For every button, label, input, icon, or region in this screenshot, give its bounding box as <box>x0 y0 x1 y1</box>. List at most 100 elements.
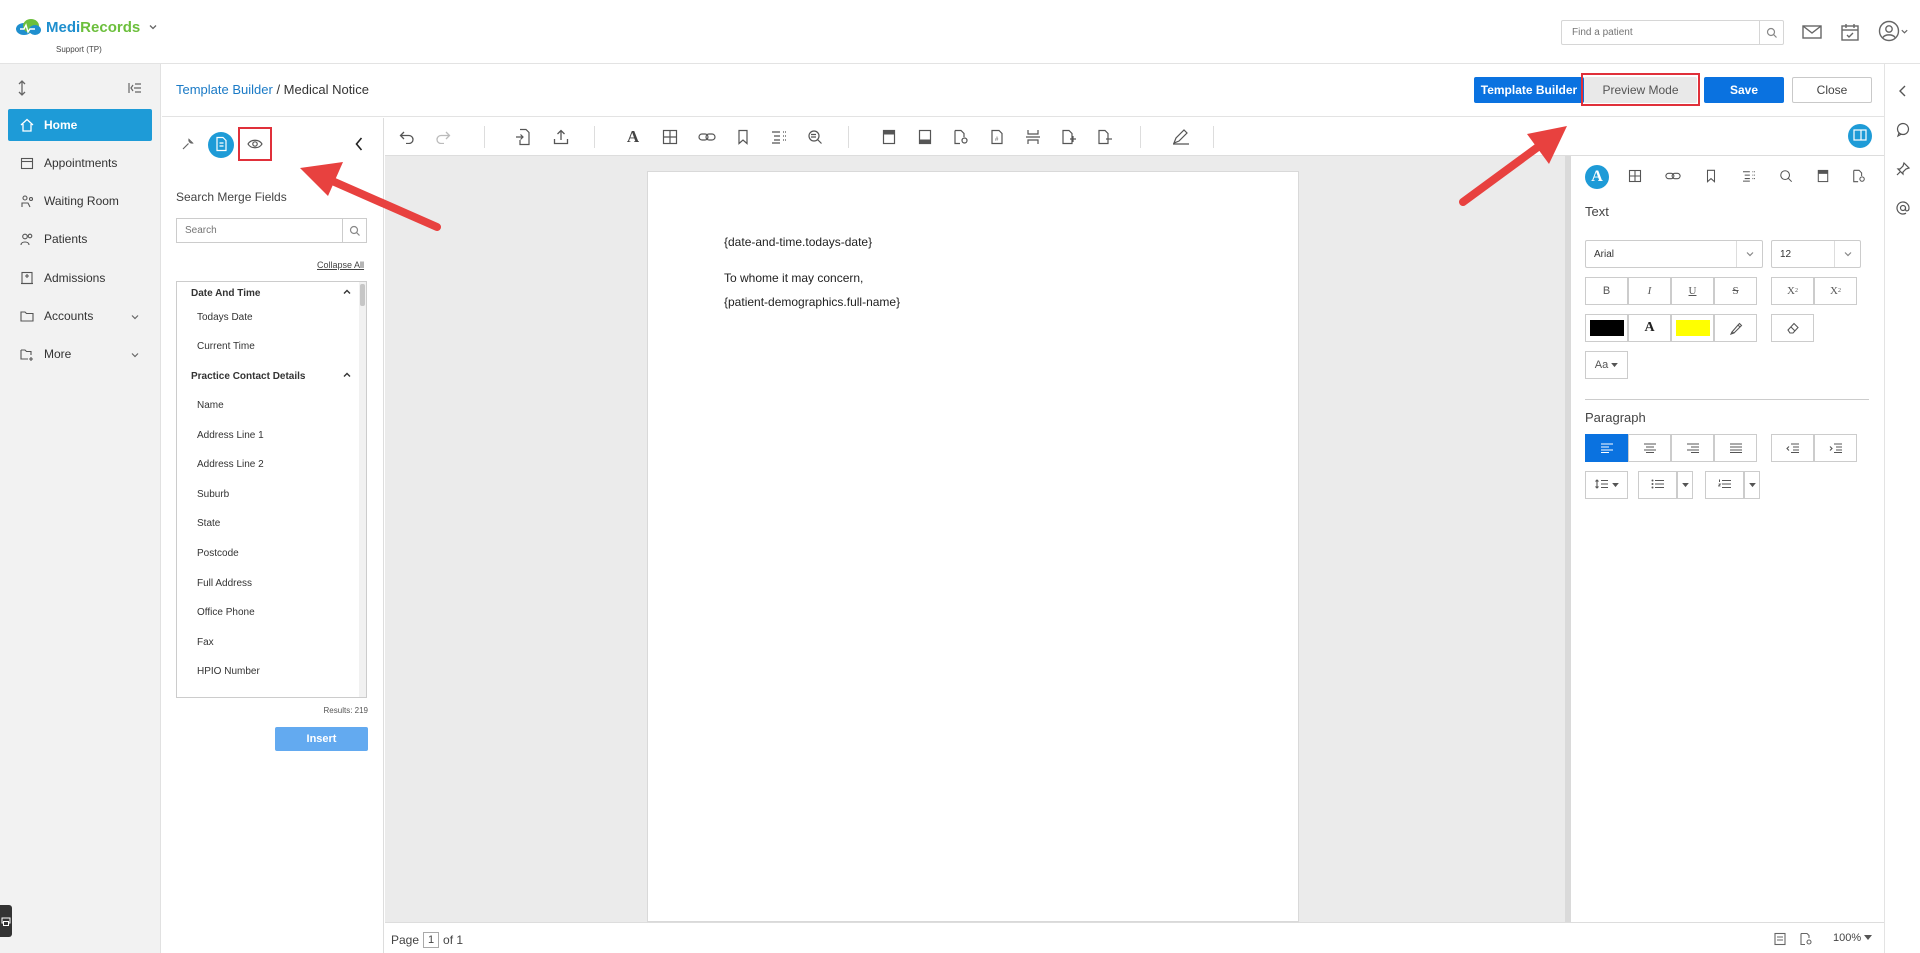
italic-button[interactable]: I <box>1628 277 1671 305</box>
page-settings-icon[interactable] <box>951 127 971 147</box>
breadcrumb-link-template-builder[interactable]: Template Builder <box>176 82 273 97</box>
print-layout-icon[interactable] <box>1773 932 1787 949</box>
nav-item-more[interactable]: More <box>8 338 152 370</box>
header-icon[interactable] <box>879 127 899 147</box>
collapse-nav-icon[interactable] <box>128 82 142 94</box>
nav-item-home[interactable]: Home <box>8 109 152 141</box>
scrollbar-thumb[interactable] <box>360 284 365 306</box>
nav-item-waiting-room[interactable]: Waiting Room <box>8 185 152 217</box>
justify-button[interactable] <box>1714 434 1757 462</box>
superscript-button[interactable]: X2 <box>1771 277 1814 305</box>
font-family-select[interactable]: Arial <box>1585 240 1763 268</box>
text-color-picker[interactable]: A <box>1628 314 1671 342</box>
mail-icon[interactable] <box>1800 20 1824 44</box>
nav-item-accounts[interactable]: Accounts <box>8 300 152 332</box>
print-queue-tab[interactable] <box>0 905 12 937</box>
list-item[interactable]: Postcode <box>177 543 360 563</box>
user-menu[interactable] <box>1876 20 1910 44</box>
table-icon[interactable] <box>660 127 680 147</box>
insert-button[interactable]: Insert <box>275 727 368 751</box>
list-item[interactable]: Todays Date <box>177 307 360 327</box>
highlighter-icon[interactable] <box>1714 314 1757 342</box>
bookmark-icon[interactable] <box>733 127 753 147</box>
align-center-button[interactable] <box>1628 434 1671 462</box>
change-case-dropdown[interactable]: Aa <box>1585 351 1628 379</box>
eraser-icon[interactable] <box>1771 314 1814 342</box>
find-replace-icon[interactable] <box>805 127 825 147</box>
document-page[interactable]: {date-and-time.todays-date} To whome it … <box>647 171 1299 922</box>
text-tab[interactable]: A <box>1585 165 1609 189</box>
signature-pen-icon[interactable] <box>1171 127 1191 147</box>
page-settings-tab[interactable] <box>1847 165 1871 189</box>
toc-tab[interactable] <box>1737 165 1761 189</box>
line-spacing-dropdown[interactable] <box>1585 471 1628 499</box>
decrease-indent-button[interactable] <box>1771 434 1814 462</box>
nav-item-patients[interactable]: Patients <box>8 223 152 255</box>
close-button[interactable]: Close <box>1792 77 1872 103</box>
increase-indent-button[interactable] <box>1814 434 1857 462</box>
chevron-down-icon[interactable] <box>148 22 158 32</box>
list-item[interactable]: Name <box>177 395 360 415</box>
underline-button[interactable]: U <box>1671 277 1714 305</box>
calendar-check-icon[interactable] <box>1838 20 1862 44</box>
collapse-panel-button[interactable] <box>346 132 372 158</box>
template-builder-button[interactable]: Template Builder <box>1474 77 1584 103</box>
list-item[interactable]: Fax <box>177 632 360 652</box>
header-tab[interactable] <box>1811 165 1835 189</box>
text-format-icon[interactable]: A <box>623 127 643 147</box>
toggle-sidebar-button[interactable] <box>1848 124 1872 148</box>
font-color-button[interactable] <box>1585 314 1628 342</box>
save-button[interactable]: Save <box>1704 77 1784 103</box>
list-item[interactable]: Office Phone <box>177 602 360 622</box>
import-document-icon[interactable] <box>513 127 533 147</box>
numbered-list-button[interactable] <box>1705 471 1744 499</box>
list-item[interactable]: Full Address <box>177 573 360 593</box>
merge-search-box[interactable] <box>176 218 367 243</box>
collapse-all-link[interactable]: Collapse All <box>317 260 364 270</box>
at-sign-icon[interactable] <box>1894 199 1912 217</box>
list-item[interactable]: HPIO Number <box>177 661 360 681</box>
insert-section-icon[interactable] <box>1059 127 1079 147</box>
nav-item-admissions[interactable]: Admissions <box>8 262 152 294</box>
numbered-list-dropdown[interactable] <box>1744 471 1760 499</box>
chevron-left-icon[interactable] <box>1894 82 1912 100</box>
bold-button[interactable]: B <box>1585 277 1628 305</box>
font-size-select[interactable]: 12 <box>1771 240 1861 268</box>
remove-section-icon[interactable] <box>1095 127 1115 147</box>
merge-fields-tab[interactable] <box>208 132 234 158</box>
chat-icon[interactable] <box>1894 121 1912 139</box>
merge-search-input[interactable] <box>177 219 342 242</box>
footer-icon[interactable] <box>915 127 935 147</box>
bullet-list-dropdown[interactable] <box>1677 471 1693 499</box>
app-logo[interactable]: MediRecords <box>14 18 158 36</box>
merge-field-full-name[interactable]: {patient-demographics.full-name} <box>724 295 900 309</box>
table-of-contents-icon[interactable] <box>769 127 789 147</box>
list-item[interactable]: Address Line 1 <box>177 425 360 445</box>
highlight-color-button[interactable] <box>1671 314 1714 342</box>
pin-icon[interactable] <box>1894 160 1912 178</box>
find-patient-search[interactable] <box>1561 20 1784 45</box>
find-patient-input[interactable] <box>1562 21 1759 44</box>
list-scrollbar[interactable] <box>359 282 366 697</box>
list-item[interactable]: Suburb <box>177 484 360 504</box>
redo-icon[interactable] <box>433 127 453 147</box>
bookmark-tab[interactable] <box>1699 165 1723 189</box>
search-icon[interactable] <box>1759 21 1783 44</box>
nav-item-appointments[interactable]: Appointments <box>8 147 152 179</box>
strikethrough-button[interactable]: S <box>1714 277 1757 305</box>
link-icon[interactable] <box>697 127 717 147</box>
page-number-input[interactable]: 1 <box>423 932 440 948</box>
group-practice-contact-details[interactable]: Practice Contact Details <box>177 366 360 386</box>
subscript-button[interactable]: X2 <box>1814 277 1857 305</box>
merge-field-todays-date[interactable]: {date-and-time.todays-date} <box>724 235 872 249</box>
table-tab[interactable] <box>1623 165 1647 189</box>
group-date-and-time[interactable]: Date And Time <box>177 283 360 303</box>
list-item[interactable]: State <box>177 513 360 533</box>
bullet-list-button[interactable] <box>1638 471 1677 499</box>
document-text[interactable]: To whome it may concern, <box>724 271 863 285</box>
list-item[interactable]: Current Time <box>177 336 360 356</box>
tools-tab[interactable] <box>175 132 201 158</box>
undo-icon[interactable] <box>397 127 417 147</box>
page-break-icon[interactable] <box>1023 127 1043 147</box>
page-settings-icon[interactable] <box>1799 932 1813 949</box>
